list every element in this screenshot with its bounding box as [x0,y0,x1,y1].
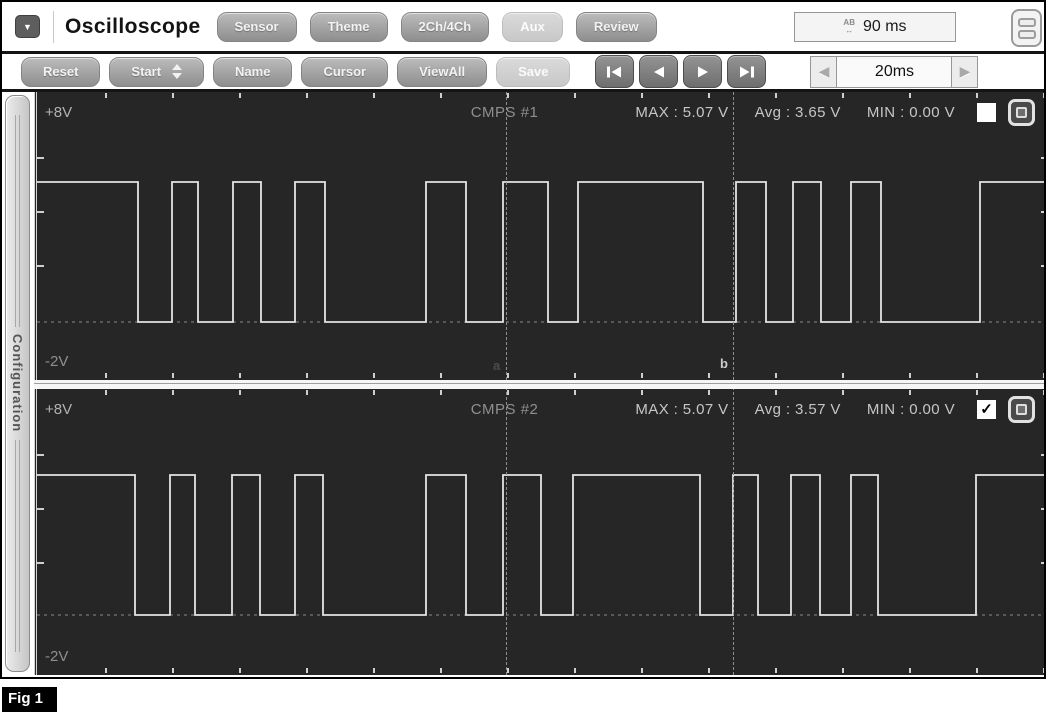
channel-1-stats: MAX : 5.07 V Avg : 3.65 V MIN : 0.00 V [635,104,955,121]
scope-display: +8V CMPS #1 MAX : 5.07 V Avg : 3.65 V MI… [34,92,1044,675]
previous-frame-button[interactable] [639,55,679,88]
control-toolbar: Reset Start Name Cursor ViewAll Save ◀ 2 [2,54,1044,92]
theme-button[interactable]: Theme [309,11,388,42]
timebase-stepper: ◀ 20ms ▶ [810,55,979,88]
configuration-sidebar: Configuration [2,92,34,675]
max-stat: MAX : 5.07 V [635,104,729,121]
grip-lines [15,115,20,328]
figure-caption: Fig 1 [2,687,58,712]
channel-2-checkbox[interactable]: ✓ [977,400,996,419]
save-button: Save [496,56,571,87]
timebase-increase-button[interactable]: ▶ [951,55,979,88]
configuration-label: Configuration [10,334,25,433]
ab-time-value: 90 ms [862,17,907,35]
menu-dropdown-button[interactable]: ▼ [15,15,40,38]
stacked-windows-icon [1017,29,1036,39]
avg-stat: Avg : 3.65 V [754,104,841,121]
timebase-decrease-button[interactable]: ◀ [810,55,838,88]
min-stat: MIN : 0.00 V [866,401,955,418]
avg-stat: Avg : 3.57 V [754,401,841,418]
stacked-windows-icon [1017,17,1036,27]
ab-interval-icon: AB ↔ [843,17,855,35]
arrow-right-icon: ▶ [959,63,971,79]
scale-top-label: +8V [45,401,73,418]
top-toolbar: ▼ Oscilloscope Sensor Theme 2Ch/4Ch Aux … [2,2,1044,54]
viewall-button[interactable]: ViewAll [397,56,488,87]
channel-2-name: CMPS #2 [470,401,539,418]
arrow-right-icon [697,66,708,77]
maximize-icon [1016,107,1027,118]
main-content: Configuration +8V CMPS #1 MAX : 5.07 V A… [2,92,1044,675]
last-frame-button[interactable] [727,55,767,88]
scale-top-label: +8V [45,104,73,121]
sensor-button[interactable]: Sensor [216,11,297,42]
skip-start-icon [607,66,622,77]
next-frame-button[interactable] [683,55,723,88]
cursor-b-label: b [720,356,728,371]
channel-2-stats: MAX : 5.07 V Avg : 3.57 V MIN : 0.00 V [635,401,955,418]
split-view-button[interactable] [1011,9,1042,47]
channel-2-expand-button[interactable] [1008,396,1035,423]
scale-bottom-label: -2V [45,353,69,370]
cursor-button[interactable]: Cursor [301,56,389,87]
name-button[interactable]: Name [213,56,293,87]
max-stat: MAX : 5.07 V [635,401,729,418]
arrow-left-icon [653,66,664,77]
channel-1-waveform [37,93,1044,378]
channel-mode-button[interactable]: 2Ch/4Ch [400,11,490,42]
arrow-left-icon: ◀ [818,63,830,79]
channel-2-header: +8V CMPS #2 MAX : 5.07 V Avg : 3.57 V MI… [45,396,1035,423]
first-frame-button[interactable] [595,55,635,88]
toolbar-divider [53,10,54,43]
channel-divider[interactable] [34,380,1044,389]
channel-1-expand-button[interactable] [1008,99,1035,126]
reset-button[interactable]: Reset [21,56,101,87]
oscilloscope-window: ▼ Oscilloscope Sensor Theme 2Ch/4Ch Aux … [0,0,1046,679]
min-stat: MIN : 0.00 V [866,104,955,121]
grip-lines [15,439,20,652]
start-spinner-icon [172,64,183,79]
page-title: Oscilloscope [65,14,201,38]
scale-bottom-label: -2V [45,648,69,665]
channel-1-name: CMPS #1 [470,104,539,121]
channel-2-panel: +8V CMPS #2 MAX : 5.07 V Avg : 3.57 V MI… [34,389,1044,675]
channel-1-header: +8V CMPS #1 MAX : 5.07 V Avg : 3.65 V MI… [45,99,1035,126]
channel-2-waveform [37,390,1044,673]
chevron-down-icon: ▼ [23,21,32,32]
timebase-value[interactable]: 20ms [837,55,952,88]
cursor-a-label: a [493,358,501,373]
channel-1-panel: +8V CMPS #1 MAX : 5.07 V Avg : 3.65 V MI… [34,92,1044,380]
start-button[interactable]: Start [109,56,205,87]
frame-nav-group [595,55,767,88]
skip-end-icon [740,66,755,77]
maximize-icon [1016,404,1027,415]
configuration-panel-handle[interactable]: Configuration [5,95,30,672]
review-button[interactable]: Review [575,11,657,42]
channel-1-checkbox[interactable] [977,103,996,122]
ab-time-display[interactable]: AB ↔ 90 ms [794,11,956,42]
aux-button: Aux [502,11,563,42]
